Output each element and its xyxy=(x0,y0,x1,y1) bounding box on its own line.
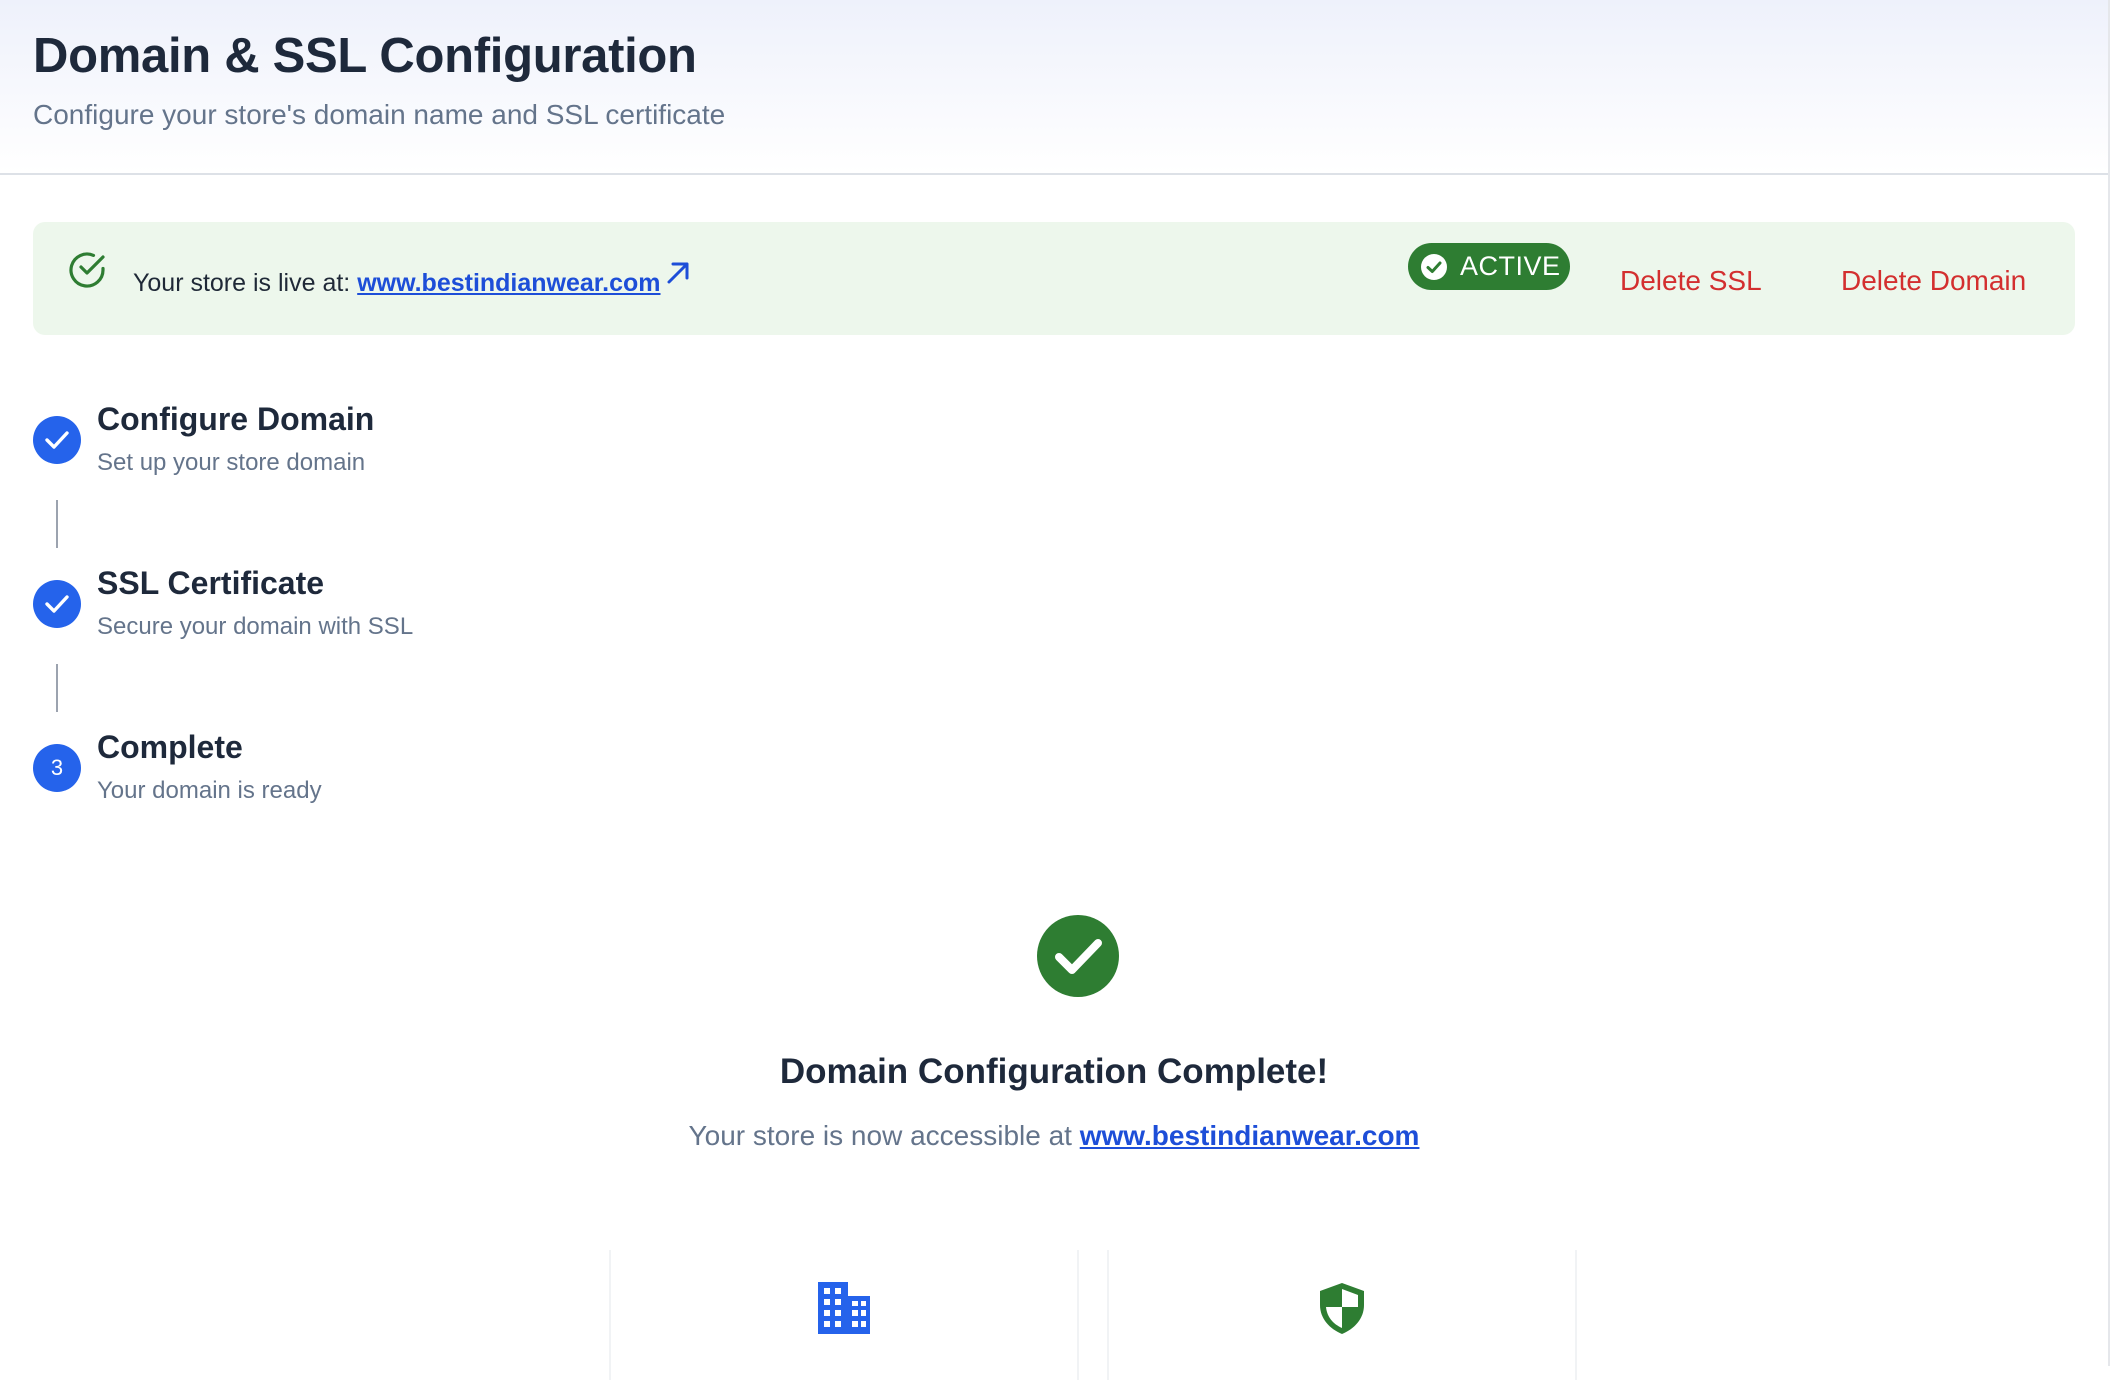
ssl-info-card xyxy=(1107,1250,1577,1380)
building-icon xyxy=(818,1282,870,1334)
success-check-icon xyxy=(1037,915,1119,997)
step-description: Your domain is ready xyxy=(97,777,322,804)
step-complete: 3 Complete Your domain is ready xyxy=(33,729,633,819)
delete-ssl-button[interactable]: Delete SSL xyxy=(1620,265,1762,297)
step-configure-domain: Configure Domain Set up your store domai… xyxy=(33,401,633,491)
shield-icon xyxy=(1320,1283,1364,1334)
page: Domain & SSL Configuration Configure you… xyxy=(0,0,2110,1380)
step-title: SSL Certificate xyxy=(97,565,325,601)
delete-domain-button[interactable]: Delete Domain xyxy=(1841,265,2026,297)
step-title: Complete xyxy=(97,729,243,765)
page-subtitle: Configure your store's domain name and S… xyxy=(33,99,726,130)
step-description: Set up your store domain xyxy=(97,449,366,476)
external-link-icon[interactable] xyxy=(663,258,691,286)
step-connector xyxy=(56,664,58,712)
live-status-label: Your store is live at: xyxy=(133,269,358,297)
live-status-text: Your store is live at: www.bestindianwea… xyxy=(133,269,661,298)
check-icon xyxy=(45,595,69,613)
completion-message: Your store is now accessible at www.best… xyxy=(0,1120,2108,1152)
step-number-indicator: 3 xyxy=(33,744,81,792)
completion-domain-link[interactable]: www.bestindianwear.com xyxy=(1080,1120,1420,1151)
step-complete-indicator xyxy=(33,580,81,628)
completion-title: Domain Configuration Complete! xyxy=(779,1052,1329,1091)
live-status-banner: Your store is live at: www.bestindianwea… xyxy=(33,222,2075,335)
completion-message-label: Your store is now accessible at xyxy=(688,1120,1080,1151)
page-header: Domain & SSL Configuration Configure you… xyxy=(0,0,2108,175)
store-domain-link[interactable]: www.bestindianwear.com xyxy=(357,269,660,297)
step-title: Configure Domain xyxy=(97,401,375,437)
status-badge: ACTIVE xyxy=(1408,243,1570,290)
step-complete-indicator xyxy=(33,416,81,464)
step-connector xyxy=(56,500,58,548)
step-description: Secure your domain with SSL xyxy=(97,613,414,640)
check-circle-icon xyxy=(69,252,105,288)
check-circle-icon xyxy=(1421,254,1447,280)
step-ssl-certificate: SSL Certificate Secure your domain with … xyxy=(33,565,633,655)
check-icon xyxy=(45,431,69,449)
domain-info-card xyxy=(609,1250,1079,1380)
page-title: Domain & SSL Configuration xyxy=(33,29,697,83)
status-badge-label: ACTIVE xyxy=(1460,251,1561,281)
